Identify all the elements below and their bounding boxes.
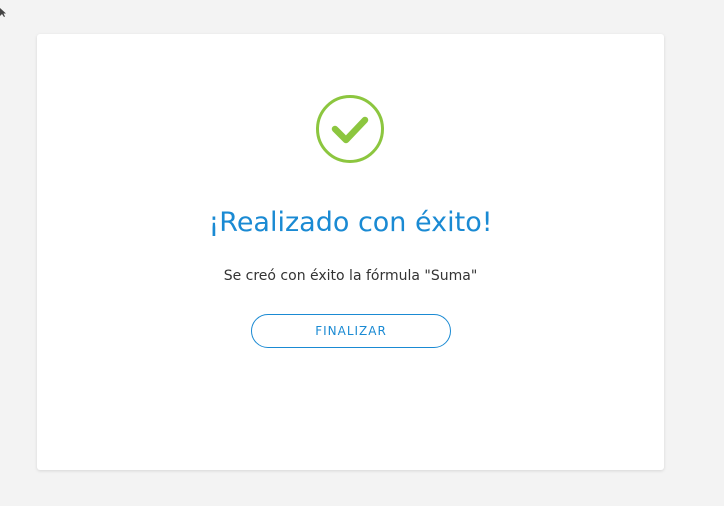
success-title: ¡Realizado con éxito! [208,207,493,238]
success-message: Se creó con éxito la fórmula "Suma" [223,268,478,284]
finish-button[interactable]: FINALIZAR [251,314,451,348]
success-dialog: ¡Realizado con éxito! Se creó con éxito … [37,34,664,470]
check-circle-icon [316,95,384,163]
mouse-cursor-icon [0,8,6,17]
